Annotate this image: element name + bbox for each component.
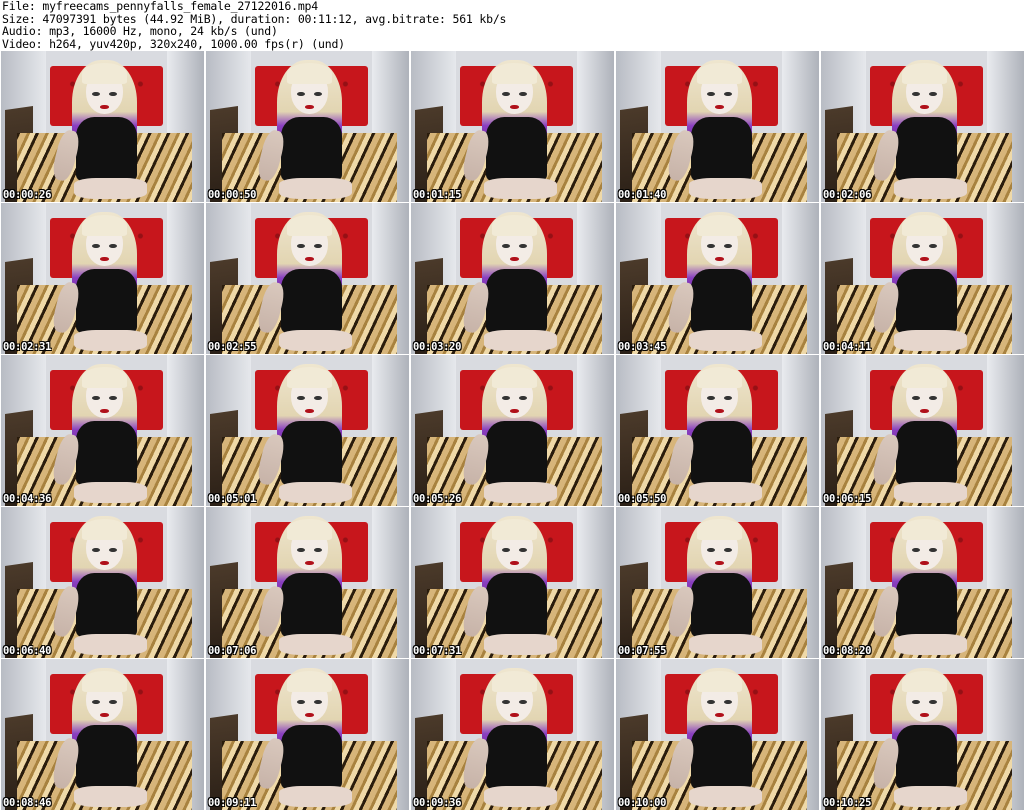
video-frame-thumbnail: 00:05:26 xyxy=(411,355,614,506)
frame-timestamp: 00:08:20 xyxy=(823,645,872,657)
video-frame-thumbnail: 00:05:50 xyxy=(616,355,819,506)
frame-timestamp: 00:04:36 xyxy=(3,493,52,505)
video-info-line: Video: h264, yuv420p, 320x240, 1000.00 f… xyxy=(2,36,345,51)
frame-timestamp: 00:09:36 xyxy=(413,797,462,809)
video-frame-thumbnail: 00:08:20 xyxy=(821,507,1024,658)
frame-timestamp: 00:04:11 xyxy=(823,341,872,353)
frame-timestamp: 00:01:15 xyxy=(413,189,462,201)
frame-timestamp: 00:07:55 xyxy=(618,645,667,657)
file-name-line: File: myfreecams_pennyfalls_female_27122… xyxy=(2,0,319,13)
frame-timestamp: 00:06:15 xyxy=(823,493,872,505)
video-frame-thumbnail: 00:07:55 xyxy=(616,507,819,658)
video-frame-thumbnail: 00:06:40 xyxy=(1,507,204,658)
frame-timestamp: 00:07:06 xyxy=(208,645,257,657)
frame-timestamp: 00:10:00 xyxy=(618,797,667,809)
file-info-header: File: myfreecams_pennyfalls_female_27122… xyxy=(2,0,1022,50)
video-frame-thumbnail: 00:01:40 xyxy=(616,51,819,202)
video-frame-thumbnail: 00:00:26 xyxy=(1,51,204,202)
frame-timestamp: 00:08:46 xyxy=(3,797,52,809)
frame-timestamp: 00:10:25 xyxy=(823,797,872,809)
frame-timestamp: 00:05:01 xyxy=(208,493,257,505)
video-frame-thumbnail: 00:04:11 xyxy=(821,203,1024,354)
frame-timestamp: 00:07:31 xyxy=(413,645,462,657)
video-frame-thumbnail: 00:10:25 xyxy=(821,659,1024,810)
frame-timestamp: 00:02:06 xyxy=(823,189,872,201)
frame-timestamp: 00:03:20 xyxy=(413,341,462,353)
video-frame-thumbnail: 00:03:45 xyxy=(616,203,819,354)
frame-timestamp: 00:00:50 xyxy=(208,189,257,201)
frame-timestamp: 00:02:55 xyxy=(208,341,257,353)
video-frame-thumbnail: 00:03:20 xyxy=(411,203,614,354)
video-frame-thumbnail: 00:06:15 xyxy=(821,355,1024,506)
frame-timestamp: 00:02:31 xyxy=(3,341,52,353)
frame-timestamp: 00:01:40 xyxy=(618,189,667,201)
video-frame-thumbnail: 00:09:36 xyxy=(411,659,614,810)
thumbnail-grid: 00:00:26 00:00:50 00:01:15 00:01:40 00:02:06… xyxy=(0,51,1024,811)
video-frame-thumbnail: 00:05:01 xyxy=(206,355,409,506)
video-frame-thumbnail: 00:04:36 xyxy=(1,355,204,506)
video-frame-thumbnail: 00:02:55 xyxy=(206,203,409,354)
video-frame-thumbnail: 00:09:11 xyxy=(206,659,409,810)
video-frame-thumbnail: 00:01:15 xyxy=(411,51,614,202)
video-frame-thumbnail: 00:10:00 xyxy=(616,659,819,810)
video-frame-thumbnail: 00:02:06 xyxy=(821,51,1024,202)
frame-timestamp: 00:05:26 xyxy=(413,493,462,505)
video-frame-thumbnail: 00:02:31 xyxy=(1,203,204,354)
frame-timestamp: 00:00:26 xyxy=(3,189,52,201)
frame-timestamp: 00:03:45 xyxy=(618,341,667,353)
video-frame-thumbnail: 00:00:50 xyxy=(206,51,409,202)
audio-info-line: Audio: mp3, 16000 Hz, mono, 24 kb/s (und… xyxy=(2,24,278,38)
frame-timestamp: 00:06:40 xyxy=(3,645,52,657)
video-frame-thumbnail: 00:07:06 xyxy=(206,507,409,658)
video-frame-thumbnail: 00:07:31 xyxy=(411,507,614,658)
frame-timestamp: 00:09:11 xyxy=(208,797,257,809)
frame-timestamp: 00:05:50 xyxy=(618,493,667,505)
video-frame-thumbnail: 00:08:46 xyxy=(1,659,204,810)
